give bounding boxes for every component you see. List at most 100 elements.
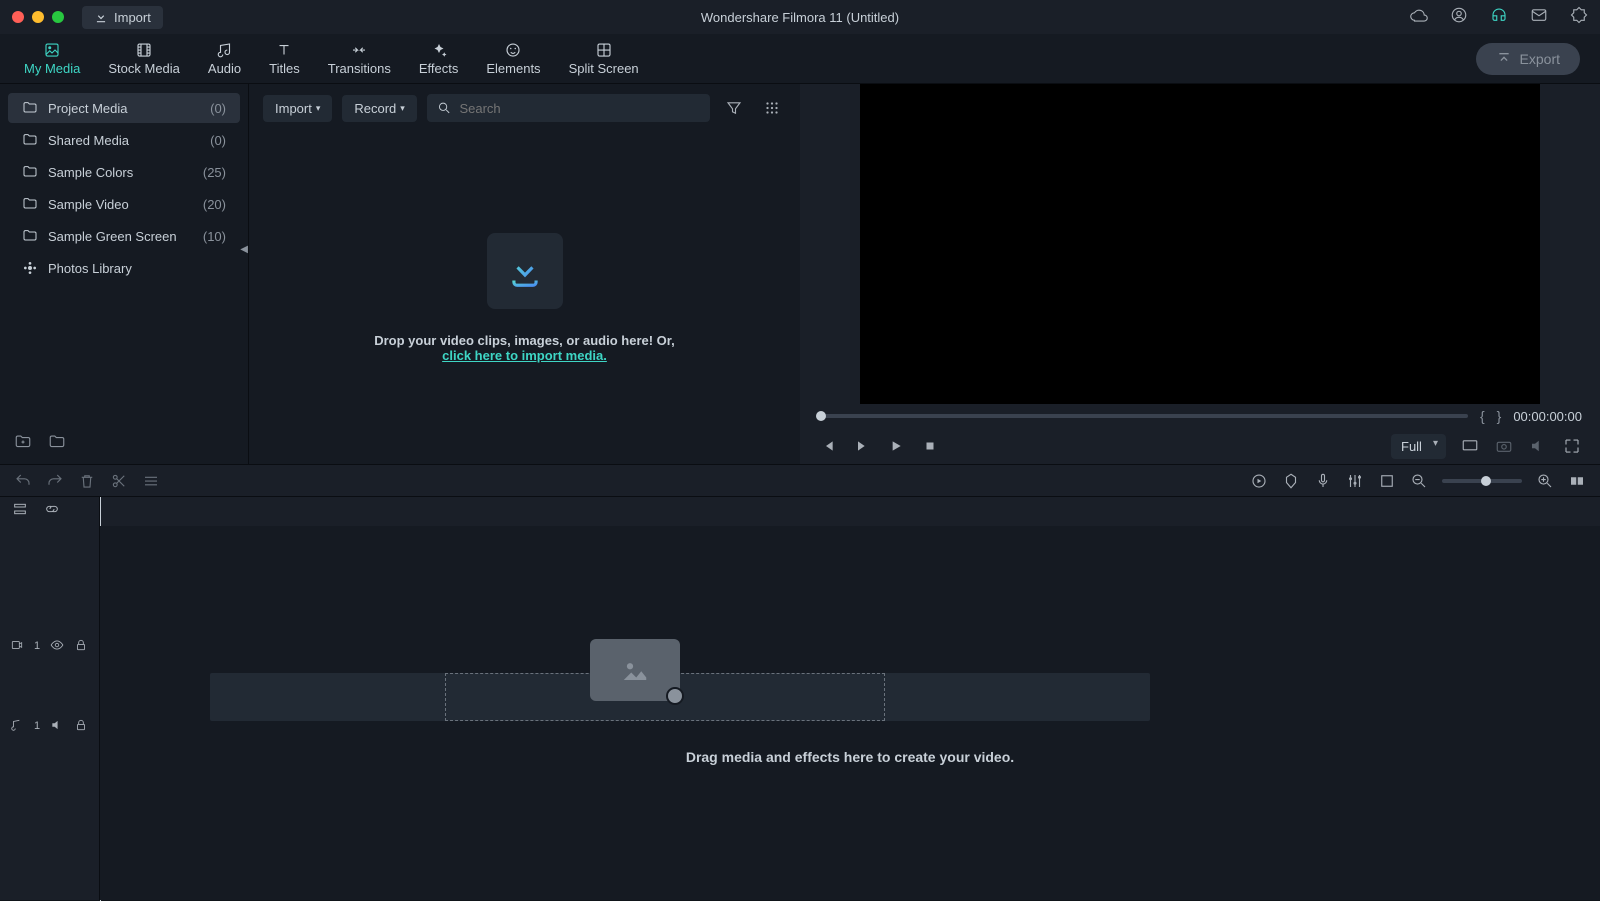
undo-button[interactable] xyxy=(14,472,32,490)
search-wrap xyxy=(427,94,710,122)
export-button[interactable]: Export xyxy=(1476,43,1580,75)
video-track-header[interactable]: 1 xyxy=(0,606,99,686)
import-dropdown[interactable]: Import▾ xyxy=(263,95,332,122)
media-icon xyxy=(43,41,61,59)
mixer-icon[interactable] xyxy=(1346,472,1364,490)
tab-effects[interactable]: Effects xyxy=(405,34,473,83)
render-icon[interactable] xyxy=(1250,472,1268,490)
folder-icon xyxy=(22,196,38,212)
tab-stock-media[interactable]: Stock Media xyxy=(94,34,194,83)
track-manager-icon[interactable] xyxy=(12,501,28,522)
export-label: Export xyxy=(1520,51,1560,67)
zoom-fit-icon[interactable] xyxy=(1568,472,1586,490)
account-icon[interactable] xyxy=(1450,6,1468,29)
cloud-icon[interactable] xyxy=(1410,6,1428,29)
display-icon[interactable] xyxy=(1460,436,1480,456)
record-dd-label: Record xyxy=(354,101,396,116)
audio-track-header[interactable]: 1 xyxy=(0,686,99,766)
timeline-canvas[interactable]: Drag media and effects here to create yo… xyxy=(100,526,1600,900)
sidebar-item-label: Sample Video xyxy=(48,197,129,212)
face-icon xyxy=(504,41,522,59)
play-button[interactable] xyxy=(886,436,906,456)
lock-icon[interactable] xyxy=(74,718,88,735)
redo-button[interactable] xyxy=(46,472,64,490)
minimize-window[interactable] xyxy=(32,11,44,23)
folder-icon xyxy=(22,100,38,116)
sidebar-item-sample-colors[interactable]: Sample Colors (25) xyxy=(8,157,240,187)
badge-icon[interactable] xyxy=(1570,6,1588,29)
record-dropdown[interactable]: Record▾ xyxy=(342,95,416,122)
tab-split-screen[interactable]: Split Screen xyxy=(555,34,653,83)
tab-elements[interactable]: Elements xyxy=(472,34,554,83)
tab-label: Elements xyxy=(486,61,540,76)
grid-view-icon[interactable] xyxy=(758,94,786,122)
snapshot-icon[interactable] xyxy=(1494,436,1514,456)
tab-label: Split Screen xyxy=(569,61,639,76)
marker-icon[interactable] xyxy=(1282,472,1300,490)
export-icon xyxy=(1496,51,1512,67)
sidebar-item-shared-media[interactable]: Shared Media (0) xyxy=(8,125,240,155)
adjust-button[interactable] xyxy=(142,472,160,490)
crop-icon[interactable] xyxy=(1378,472,1396,490)
timeline-ruler[interactable] xyxy=(100,497,1600,526)
sidebar-item-sample-green[interactable]: Sample Green Screen (10) xyxy=(8,221,240,251)
new-folder-icon[interactable] xyxy=(14,433,32,456)
import-icon xyxy=(94,10,108,24)
message-icon[interactable] xyxy=(1530,6,1548,29)
link-icon[interactable] xyxy=(44,501,60,522)
media-pane: Import▾ Record▾ Drop your video clips, i… xyxy=(248,84,800,464)
timecode: 00:00:00:00 xyxy=(1513,409,1582,424)
close-window[interactable] xyxy=(12,11,24,23)
fullscreen-icon[interactable] xyxy=(1562,436,1582,456)
search-icon xyxy=(437,100,452,116)
tab-transitions[interactable]: Transitions xyxy=(314,34,405,83)
tab-titles[interactable]: Titles xyxy=(255,34,314,83)
sidebar-item-sample-video[interactable]: Sample Video (20) xyxy=(8,189,240,219)
tab-my-media[interactable]: My Media xyxy=(10,34,94,83)
import-button-top[interactable]: Import xyxy=(82,6,163,29)
audio-track-icon xyxy=(10,718,24,735)
sidebar-item-project-media[interactable]: Project Media (0) xyxy=(8,93,240,123)
import-media-link[interactable]: click here to import media. xyxy=(442,348,607,363)
sidebar-item-label: Sample Green Screen xyxy=(48,229,177,244)
split-button[interactable] xyxy=(110,472,128,490)
media-sidebar: Project Media (0) Shared Media (0) Sampl… xyxy=(0,84,248,464)
sidebar-collapse-handle[interactable]: ◀ xyxy=(240,244,248,255)
sidebar-item-photos-library[interactable]: Photos Library xyxy=(8,253,240,283)
import-top-label: Import xyxy=(114,10,151,25)
maximize-window[interactable] xyxy=(52,11,64,23)
lock-icon[interactable] xyxy=(74,638,88,655)
mark-in-icon[interactable]: { xyxy=(1480,408,1485,424)
prev-frame-button[interactable] xyxy=(818,436,838,456)
visibility-icon[interactable] xyxy=(50,638,64,655)
folder-icon-2[interactable] xyxy=(48,433,66,456)
delete-button[interactable] xyxy=(78,472,96,490)
play-step-button[interactable] xyxy=(852,436,872,456)
sidebar-item-count: (0) xyxy=(210,101,226,116)
grid-icon xyxy=(595,41,613,59)
tab-audio[interactable]: Audio xyxy=(194,34,255,83)
timeline-ruler-row xyxy=(0,496,1600,526)
support-icon[interactable] xyxy=(1490,6,1508,29)
quality-select[interactable]: Full xyxy=(1391,434,1446,459)
timeline-placeholder-thumb xyxy=(590,639,680,701)
zoom-slider[interactable] xyxy=(1442,479,1522,483)
main-tabs: My Media Stock Media Audio Titles Transi… xyxy=(0,34,1600,84)
search-input[interactable] xyxy=(459,101,700,116)
zoom-out-icon[interactable] xyxy=(1410,472,1428,490)
sidebar-item-label: Project Media xyxy=(48,101,127,116)
filter-icon[interactable] xyxy=(720,94,748,122)
music-icon xyxy=(216,41,234,59)
tab-label: My Media xyxy=(24,61,80,76)
zoom-in-icon[interactable] xyxy=(1536,472,1554,490)
video-preview[interactable] xyxy=(860,84,1540,404)
download-icon xyxy=(506,252,544,290)
media-dropzone[interactable]: Drop your video clips, images, or audio … xyxy=(249,132,800,464)
stop-button[interactable] xyxy=(920,436,940,456)
preview-scrubber[interactable] xyxy=(818,414,1468,418)
mark-out-icon[interactable]: } xyxy=(1497,408,1502,424)
voiceover-icon[interactable] xyxy=(1314,472,1332,490)
mute-icon[interactable] xyxy=(50,718,64,735)
volume-icon[interactable] xyxy=(1528,436,1548,456)
sidebar-item-count: (20) xyxy=(203,197,226,212)
